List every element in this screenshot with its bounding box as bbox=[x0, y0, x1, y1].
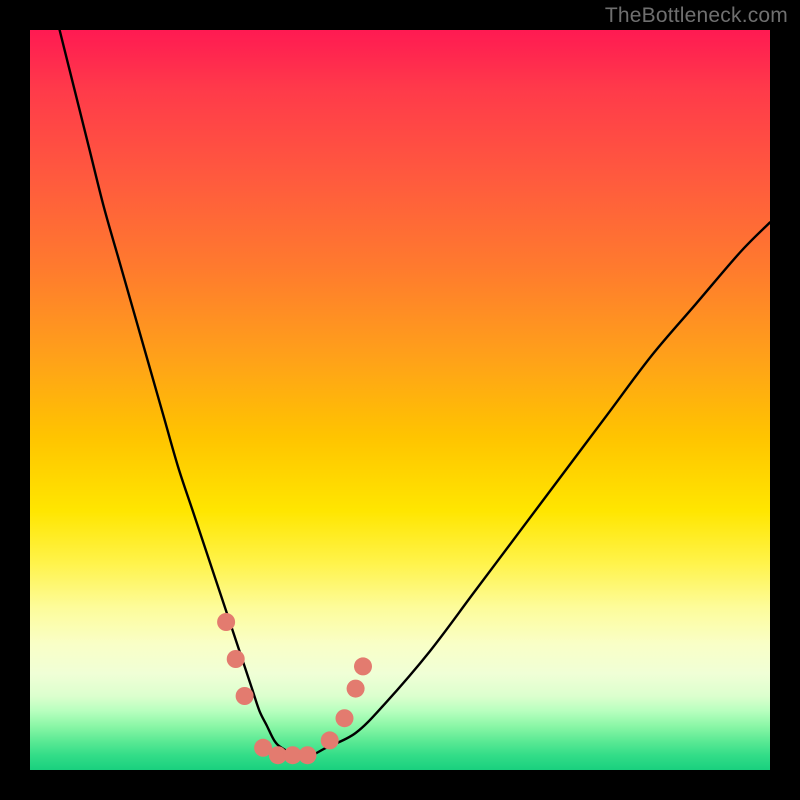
data-curve bbox=[60, 30, 770, 756]
data-marker bbox=[227, 650, 245, 668]
data-markers bbox=[217, 613, 372, 764]
data-marker bbox=[336, 709, 354, 727]
watermark-text: TheBottleneck.com bbox=[605, 4, 788, 28]
plot-area bbox=[30, 30, 770, 770]
data-marker bbox=[236, 687, 254, 705]
data-marker bbox=[299, 746, 317, 764]
chart-frame: TheBottleneck.com bbox=[0, 0, 800, 800]
data-marker bbox=[347, 680, 365, 698]
data-marker bbox=[354, 657, 372, 675]
data-marker bbox=[217, 613, 235, 631]
chart-svg bbox=[30, 30, 770, 770]
data-marker bbox=[321, 731, 339, 749]
